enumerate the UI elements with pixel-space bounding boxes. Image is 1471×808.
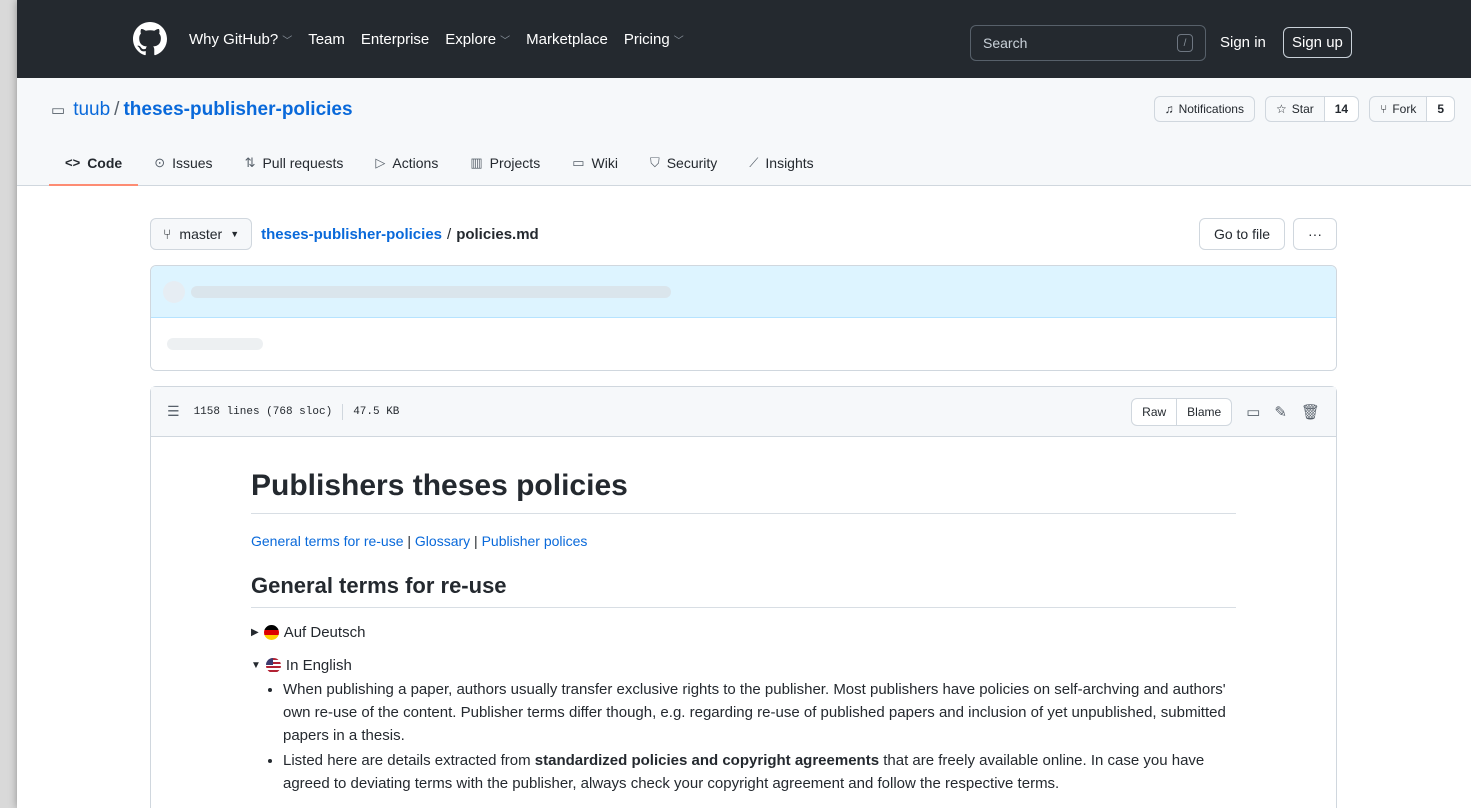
star-button[interactable]: ☆ Star 14	[1264, 96, 1360, 122]
graph-icon: ⟋	[749, 154, 759, 170]
link-publisher-polices[interactable]: Publisher polices	[482, 533, 588, 549]
nav-explore[interactable]: Explore ﹀	[445, 31, 510, 48]
sign-up-button[interactable]: Sign up	[1283, 27, 1352, 58]
link-glossary[interactable]: Glossary	[415, 533, 470, 549]
nav-why-github[interactable]: Why GitHub? ﹀	[189, 31, 292, 48]
star-count[interactable]: 14	[1323, 97, 1359, 121]
main-content: ⑂ master ▼ theses-publisher-policies / p…	[150, 218, 1337, 808]
chevron-down-icon: ﹀	[673, 35, 684, 47]
sign-in-link[interactable]: Sign in	[1220, 34, 1266, 51]
breadcrumb-file-name: policies.md	[456, 225, 539, 243]
notifications-button[interactable]: ♫ Notifications	[1153, 96, 1255, 122]
toc-links: General terms for re-use | Glossary | Pu…	[251, 533, 588, 549]
file-header: ☰ 1158 lines (768 sloc) 47.5 KB Raw Blam…	[151, 387, 1336, 437]
nav-marketplace[interactable]: Marketplace	[526, 31, 608, 48]
nav-enterprise[interactable]: Enterprise	[361, 31, 429, 48]
shield-icon: ⛉	[649, 154, 660, 170]
git-branch-icon: ⑂	[163, 226, 172, 242]
tab-insights[interactable]: ⟋ Insights	[733, 141, 829, 186]
contributors-loading-row	[151, 318, 1336, 370]
details-english[interactable]: ▼ In English	[251, 657, 1236, 674]
desktop-icon[interactable]: ▭	[1246, 403, 1260, 421]
github-logo-icon[interactable]	[133, 22, 167, 56]
tab-issues[interactable]: ⊙ Issues	[138, 141, 228, 186]
branch-select-button[interactable]: ⑂ master ▼	[150, 218, 253, 250]
link-general-terms[interactable]: General terms for re-use	[251, 533, 404, 549]
go-to-file-button[interactable]: Go to file	[1198, 218, 1285, 250]
english-terms-list: When publishing a paper, authors usually…	[251, 678, 1236, 795]
site-header: Why GitHub? ﹀ Team Enterprise Explore ﹀ Ma…	[17, 0, 1471, 78]
more-options-button[interactable]: ···	[1293, 218, 1337, 250]
triangle-right-icon: ▶	[251, 627, 259, 638]
loading-bar	[191, 285, 671, 298]
search-shortcut-key: /	[1177, 34, 1193, 52]
tab-projects[interactable]: ▥ Projects	[454, 141, 556, 186]
section-heading: General terms for re-use	[251, 573, 1236, 608]
breadcrumb: theses-publisher-policies / policies.md	[261, 225, 539, 243]
pencil-icon[interactable]: ✎	[1274, 403, 1287, 421]
fork-icon: ⑂	[1380, 102, 1388, 116]
repo-icon: ▭	[51, 102, 66, 119]
list-item: Listed here are details extracted from s…	[283, 749, 1236, 795]
commit-loading-row	[151, 266, 1336, 318]
avatar-placeholder	[163, 280, 185, 303]
code-icon: <>	[65, 155, 81, 170]
search-input[interactable]: Search /	[970, 25, 1206, 61]
book-icon: ▭	[572, 154, 585, 170]
issue-icon: ⊙	[154, 154, 166, 170]
repo-actions: ♫ Notifications ☆ Star 14 ⑂ Fork 5	[1153, 96, 1455, 122]
germany-flag-icon	[263, 625, 279, 640]
star-icon: ☆	[1275, 102, 1287, 116]
tab-pull-requests[interactable]: ⇅ Pull requests	[229, 141, 360, 186]
bell-icon: ♫	[1164, 102, 1174, 116]
details-german[interactable]: ▶ Auf Deutsch	[251, 624, 1236, 641]
file-lines: 1158 lines (768 sloc)	[193, 405, 333, 418]
list-icon[interactable]: ☰	[167, 404, 180, 420]
markdown-body: Publishers theses policies General terms…	[151, 437, 1336, 795]
browser-window: Why GitHub? ﹀ Team Enterprise Explore ﹀ Ma…	[17, 0, 1471, 808]
triangle-down-icon: ▼	[251, 660, 261, 671]
tab-security[interactable]: ⛉ Security	[634, 141, 733, 186]
play-icon: ▷	[375, 154, 386, 170]
us-flag-icon	[265, 658, 281, 673]
page-title: Publishers theses policies	[251, 469, 1236, 514]
list-item: When publishing a paper, authors usually…	[283, 678, 1236, 747]
caret-down-icon: ▼	[230, 229, 240, 239]
trash-icon[interactable]: 🗑	[1301, 403, 1320, 421]
repo-title: ▭ tuub / theses-publisher-policies	[51, 99, 353, 121]
fork-count[interactable]: 5	[1426, 97, 1454, 121]
repo-tabs: <> Code ⊙ Issues ⇅ Pull requests ▷ Actions ▥…	[49, 141, 830, 186]
fork-button[interactable]: ⑂ Fork 5	[1369, 96, 1455, 122]
pull-request-icon: ⇅	[244, 154, 256, 170]
tab-wiki[interactable]: ▭ Wiki	[556, 141, 634, 186]
project-icon: ▥	[470, 154, 483, 170]
breadcrumb-repo-link[interactable]: theses-publisher-policies	[261, 226, 442, 243]
file-navigation: ⑂ master ▼ theses-publisher-policies / p…	[150, 218, 1337, 250]
tab-code[interactable]: <> Code	[49, 141, 139, 186]
repo-header: ▭ tuub / theses-publisher-policies ♫ Noti…	[17, 78, 1471, 186]
raw-button[interactable]: Raw	[1132, 399, 1176, 425]
tab-actions[interactable]: ▷ Actions	[359, 141, 454, 186]
chevron-down-icon: ﹀	[282, 35, 293, 47]
header-nav: Why GitHub? ﹀ Team Enterprise Explore ﹀ Ma…	[189, 31, 700, 48]
chevron-down-icon: ﹀	[500, 35, 511, 47]
repo-name-link[interactable]: theses-publisher-policies	[123, 99, 352, 121]
latest-commit-box	[150, 265, 1337, 371]
nav-pricing[interactable]: Pricing ﹀	[624, 31, 684, 48]
repo-owner-link[interactable]: tuub	[73, 99, 110, 121]
file-actions: Raw Blame ▭ ✎ 🗑	[1131, 397, 1320, 426]
blame-button[interactable]: Blame	[1176, 398, 1231, 425]
loading-bar	[167, 338, 263, 350]
nav-team[interactable]: Team	[308, 31, 345, 48]
file-viewer: ☰ 1158 lines (768 sloc) 47.5 KB Raw Blam…	[150, 386, 1337, 808]
file-size: 47.5 KB	[353, 405, 400, 418]
